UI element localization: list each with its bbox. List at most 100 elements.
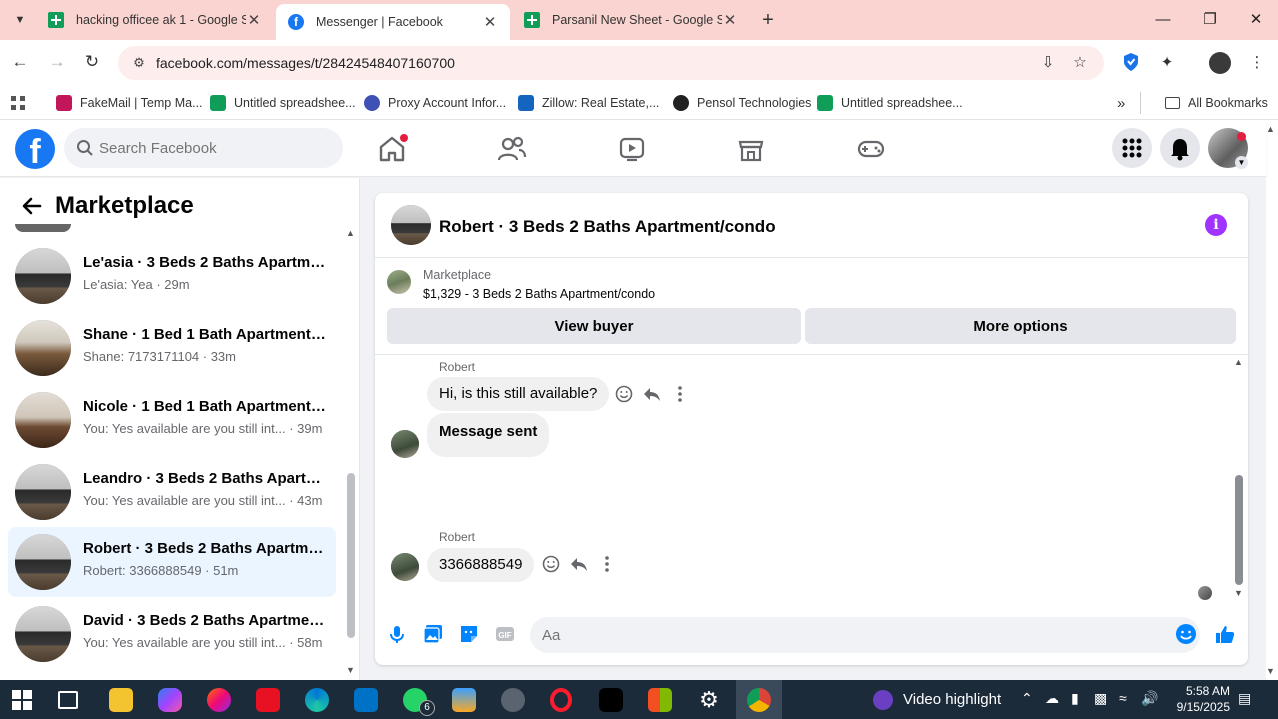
apps-grid-icon[interactable] [10,92,26,114]
notifications-button[interactable] [1160,128,1200,168]
list-scrollbar-thumb[interactable] [347,473,355,638]
tab-search-chevron-icon[interactable]: ▼ [8,8,32,32]
window-close-icon[interactable]: ✕ [1241,8,1271,32]
more-actions-icon[interactable] [670,384,690,404]
more-options-button[interactable]: More options [805,308,1236,344]
facebook-logo-icon[interactable]: f [15,129,55,169]
tiktok-icon[interactable] [599,688,623,712]
chat-scroll-up-icon[interactable]: ▲ [1234,357,1243,367]
wifi-icon[interactable]: ≈ [1119,690,1127,706]
notification-center-icon[interactable]: ▤ [1238,690,1251,707]
sticker-icon[interactable] [458,623,480,645]
back-arrow-icon[interactable]: ← [8,50,32,74]
more-actions-icon[interactable] [597,554,617,574]
search-facebook-input[interactable] [64,128,343,168]
list-scroll-up-icon[interactable]: ▲ [346,228,355,238]
reply-arrow-icon[interactable] [642,384,662,404]
chat-title[interactable]: Robert · 3 Beds 2 Baths Apartment/condo [439,217,776,237]
install-app-icon[interactable]: ⇩ [1038,53,1058,73]
react-smiley-icon[interactable] [541,554,561,574]
volume-icon[interactable]: 🔊 [1141,690,1158,707]
thumbs-up-icon[interactable] [1214,623,1236,645]
extensions-puzzle-icon[interactable]: ✦ [1156,52,1178,74]
tab-close-icon[interactable]: ✕ [722,11,738,29]
bookmark-star-icon[interactable]: ☆ [1070,53,1090,73]
page-scroll-up-icon[interactable]: ▲ [1266,124,1275,134]
bookmark-untitled-spreadsheet-2[interactable]: Untitled spreadshee... [817,92,963,114]
more-bookmarks-chevron-icon[interactable]: » [1117,92,1125,114]
restore-icon[interactable]: ❐ [1195,8,1225,32]
site-settings-icon[interactable]: ⚙ [130,54,148,72]
media-app-icon[interactable] [256,688,280,712]
edge-browser-icon[interactable] [305,688,329,712]
tab-messenger[interactable]: f Messenger | Facebook ✕ [276,4,510,40]
all-bookmarks[interactable]: All Bookmarks [1140,92,1268,114]
message-composer-input[interactable] [530,617,1200,653]
settings-app-icon[interactable] [501,688,525,712]
chat-scroll-down-icon[interactable]: ▼ [1234,588,1243,598]
bookmark-untitled-spreadsheet[interactable]: Untitled spreadshee... [210,92,356,114]
tab-close-icon[interactable]: ✕ [482,13,498,31]
outlook-icon[interactable] [354,688,378,712]
video-highlight-icon[interactable] [873,690,893,710]
app-badge-icon[interactable] [452,688,476,712]
profile-avatar-icon[interactable] [1209,52,1231,74]
page-scroll-down-icon[interactable]: ▼ [1266,666,1275,676]
copilot-icon[interactable] [158,688,182,712]
file-explorer-icon[interactable] [109,688,133,712]
app-icon[interactable] [207,688,231,712]
opera-icon[interactable] [550,688,572,712]
battery-icon[interactable]: ▮ [1071,690,1079,707]
settings-gear-icon[interactable]: ⚙ [697,688,721,712]
sender-avatar[interactable] [391,430,419,458]
marketplace-store-icon[interactable] [731,129,771,169]
account-chevron-icon[interactable]: ▼ [1235,156,1248,169]
chrome-icon[interactable] [747,688,771,712]
forward-arrow-icon[interactable]: → [45,50,69,74]
message-bubble[interactable]: Message sent [427,413,550,457]
back-arrow-icon[interactable] [18,192,46,220]
chat-scrollbar-thumb[interactable] [1235,475,1243,585]
conversation-shane[interactable]: Shane · 1 Bed 1 Bath Apartment/condo Sha… [8,313,336,383]
conversation-nicole[interactable]: Nicole · 1 Bed 1 Bath Apartment/condo Yo… [8,385,336,455]
onedrive-cloud-icon[interactable]: ☁ [1045,690,1059,707]
tab-close-icon[interactable]: ✕ [246,11,262,29]
bookmark-fakemail[interactable]: FakeMail | Temp Ma... [56,92,203,114]
listing-price[interactable]: $1,329 - 3 Beds 2 Baths Apartment/condo [423,287,655,301]
microsoft-store-icon[interactable] [648,688,672,712]
microphone-icon[interactable] [386,623,408,645]
reload-icon[interactable]: ↻ [80,50,104,74]
chat-listing-avatar[interactable] [391,205,431,245]
tray-chevron-icon[interactable]: ⌃ [1021,690,1033,707]
conversation-leasia[interactable]: Le'asia · 3 Beds 2 Baths Apartment/condo… [8,241,336,311]
gif-icon[interactable]: GIF [494,623,516,645]
address-bar[interactable]: ⚙ facebook.com/messages/t/28424548407160… [118,46,1104,80]
view-buyer-button[interactable]: View buyer [387,308,801,344]
message-bubble[interactable]: Hi, is this still available? [427,377,610,411]
device-icon[interactable]: ▩ [1094,690,1107,707]
windows-start-icon[interactable] [12,690,32,710]
reply-arrow-icon[interactable] [569,554,589,574]
list-scroll-down-icon[interactable]: ▼ [346,665,355,675]
conversation-leandro[interactable]: Leandro · 3 Beds 2 Baths Apartment/condo… [8,457,336,527]
react-smiley-icon[interactable] [614,384,634,404]
sender-avatar[interactable] [391,553,419,581]
video-highlight-label[interactable]: Video highlight [903,691,1001,708]
menu-grid-button[interactable] [1112,128,1152,168]
bookmark-zillow[interactable]: Zillow: Real Estate,... [518,92,659,114]
tab-parsanil-sheet[interactable]: Parsanil New Sheet - Google Sheets ✕ [512,4,750,36]
bookmark-pensol[interactable]: Pensol Technologies [673,92,811,114]
tab-hacking-officee[interactable]: hacking officee ak 1 - Google Sheets ✕ [36,4,274,36]
message-bubble[interactable]: 3366888549 [427,548,535,582]
photo-gallery-icon[interactable] [422,623,444,645]
gaming-controller-icon[interactable] [851,129,891,169]
new-tab-plus-icon[interactable]: + [756,8,780,32]
shield-extension-icon[interactable] [1120,52,1142,74]
minimize-icon[interactable]: — [1148,8,1178,32]
conversation-robert[interactable]: Robert · 3 Beds 2 Baths Apartment/condo … [8,527,336,597]
task-view-icon[interactable] [58,691,78,709]
bookmark-proxy-account[interactable]: Proxy Account Infor... [364,92,506,114]
conversation-info-icon[interactable]: i [1205,214,1227,236]
watch-video-icon[interactable] [612,129,652,169]
emoji-icon[interactable] [1175,623,1197,645]
